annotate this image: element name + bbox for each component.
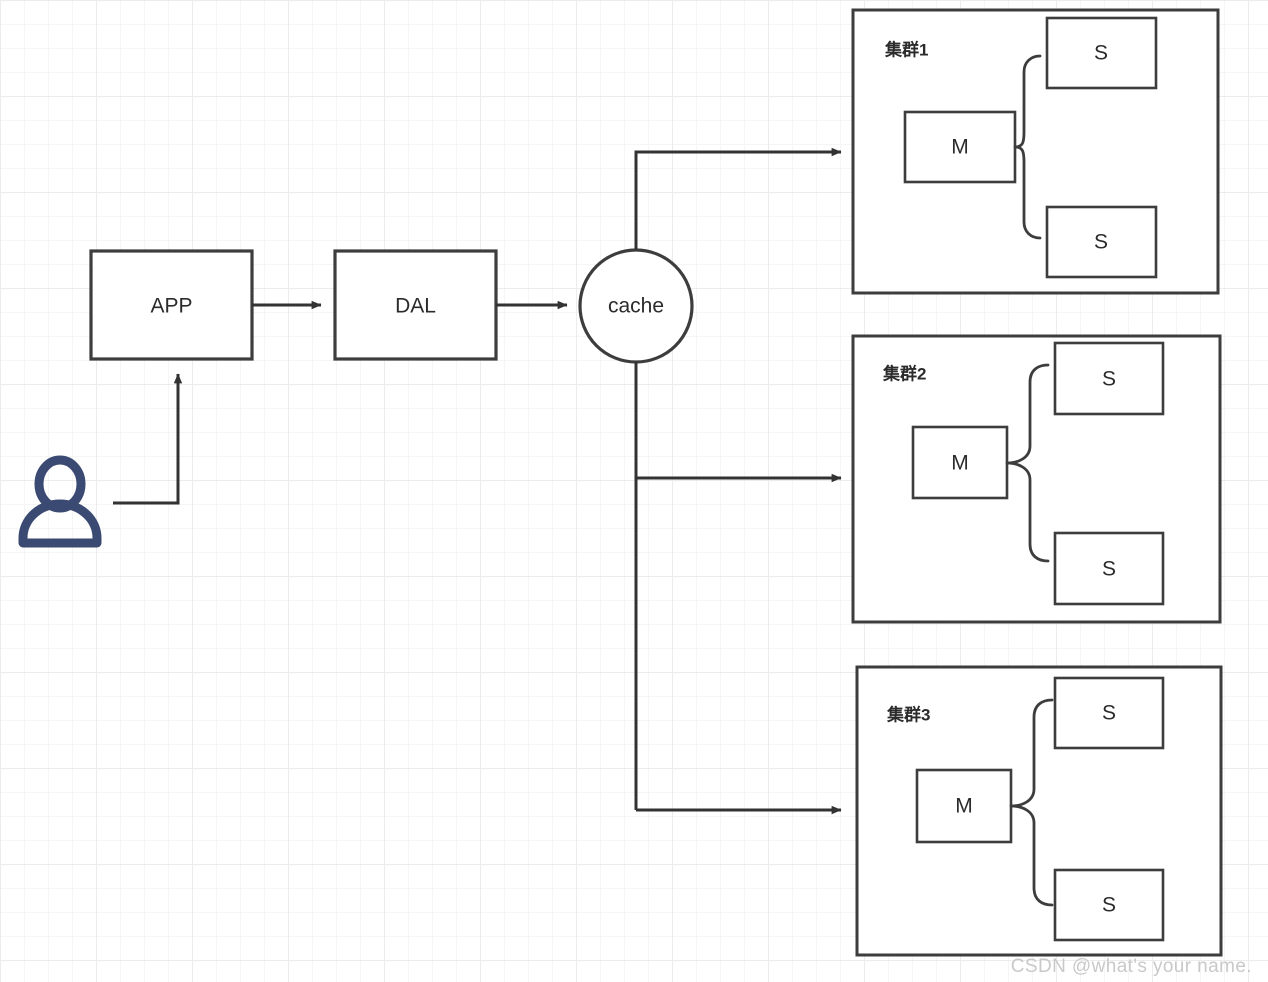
cluster-3-slave-2-label: S bbox=[1102, 894, 1116, 917]
cluster-group-1[interactable]: 集群1 M S S bbox=[851, 8, 1220, 295]
cluster-1-slave-2-label: S bbox=[1094, 231, 1108, 254]
cluster-group-3[interactable]: 集群3 M S S bbox=[855, 665, 1223, 957]
csdn-watermark: CSDN @what's your name. bbox=[1010, 956, 1252, 977]
node-dal-label: DAL bbox=[395, 295, 436, 318]
edge-cache-to-cluster1 bbox=[634, 147, 842, 250]
cluster-3-label: 集群3 bbox=[886, 704, 930, 724]
cluster-2-master[interactable]: M bbox=[911, 425, 1009, 500]
cluster-2-label: 集群2 bbox=[882, 363, 926, 383]
cluster-1-slave-2[interactable]: S bbox=[1045, 205, 1158, 279]
node-cache-label: cache bbox=[608, 295, 664, 318]
cluster-2-slave-2[interactable]: S bbox=[1053, 531, 1165, 606]
node-app[interactable]: APP bbox=[89, 249, 254, 361]
diagram-canvas: APP DAL cache 集群1 M S S 集群2 M S S 集群3 M … bbox=[0, 0, 1268, 982]
cluster-1-label: 集群1 bbox=[884, 39, 928, 59]
cluster-3-slave-1-label: S bbox=[1102, 702, 1116, 725]
cluster-2-slave-1-label: S bbox=[1102, 368, 1116, 391]
cluster-3-master[interactable]: M bbox=[915, 768, 1013, 844]
cluster-3-slave-2[interactable]: S bbox=[1053, 868, 1165, 942]
cluster-1-slave-1[interactable]: S bbox=[1045, 16, 1158, 90]
cluster-2-slave-1[interactable]: S bbox=[1053, 341, 1165, 416]
cluster-1-master-label: M bbox=[951, 136, 969, 159]
cluster-1-slave-1-label: S bbox=[1094, 42, 1108, 65]
cluster-3-master-label: M bbox=[955, 795, 973, 818]
cluster-1-master[interactable]: M bbox=[903, 110, 1017, 184]
node-dal[interactable]: DAL bbox=[333, 249, 498, 361]
architecture-diagram: APP DAL cache 集群1 M S S 集群2 M S S 集群3 M … bbox=[18, 8, 1223, 957]
node-cache[interactable]: cache bbox=[578, 248, 694, 364]
cluster-group-2[interactable]: 集群2 M S S bbox=[851, 334, 1222, 624]
cluster-2-slave-2-label: S bbox=[1102, 558, 1116, 581]
edge-user-to-app bbox=[113, 373, 183, 505]
user-actor-icon bbox=[18, 455, 102, 548]
cluster-2-master-label: M bbox=[951, 452, 969, 475]
node-app-label: APP bbox=[150, 295, 192, 318]
cluster-3-slave-1[interactable]: S bbox=[1053, 676, 1165, 750]
